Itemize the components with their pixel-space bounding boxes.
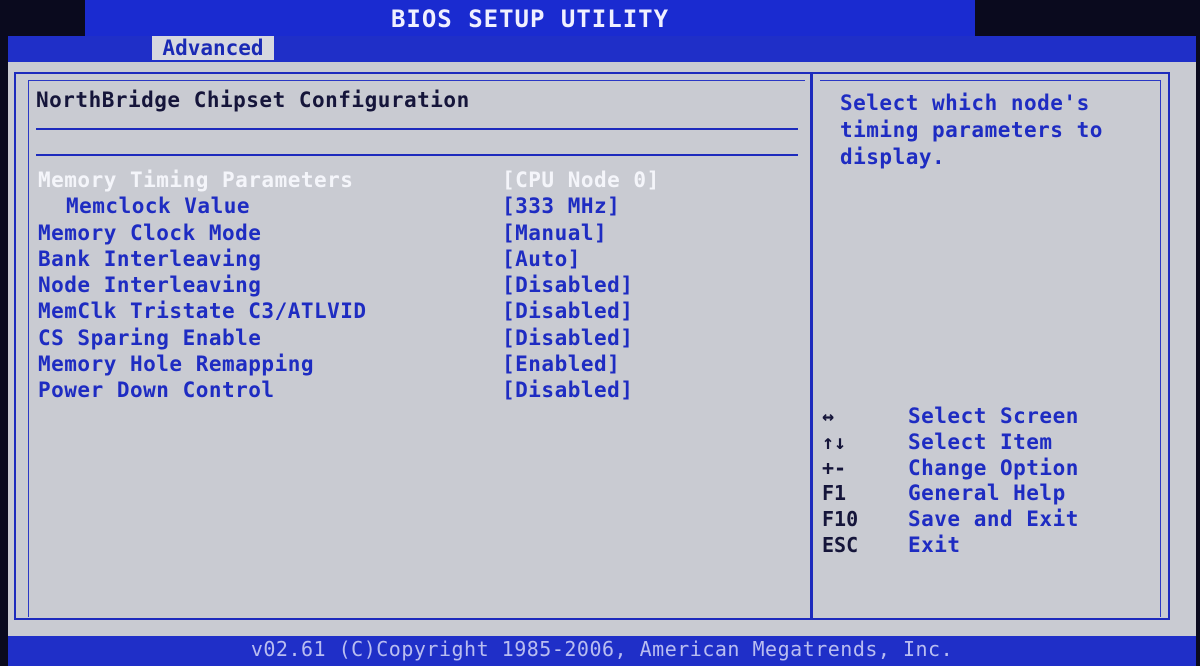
settings-list: Memory Timing Parameters [CPU Node 0] Me… (36, 168, 796, 405)
key-description: Change Option (908, 455, 1079, 480)
setting-value[interactable]: [Disabled] (502, 299, 633, 323)
key-description: Save and Exit (908, 507, 1079, 532)
setting-label: Memclock Value (66, 194, 251, 219)
setting-label: Memory Timing Parameters (38, 168, 354, 192)
key-f1: F1 (822, 481, 847, 506)
setting-memory-timing-parameters[interactable]: Memory Timing Parameters [CPU Node 0] (36, 168, 796, 194)
setting-label: Power Down Control (38, 378, 275, 403)
key-description: General Help (908, 481, 1066, 506)
setting-power-down-control[interactable]: Power Down Control [Disabled] (36, 378, 796, 404)
setting-label: MemClk Tristate C3/ATLVID (38, 299, 367, 324)
title-divider-bottom (36, 154, 798, 156)
setting-node-interleaving[interactable]: Node Interleaving [Disabled] (36, 273, 796, 299)
key-legend-item: ESC Exit (822, 533, 1162, 559)
copyright-footer: v02.61 (C)Copyright 1985-2006, American … (8, 636, 1196, 666)
key-esc: ESC (822, 532, 859, 557)
key-legend-item: ↔ Select Screen (822, 404, 1162, 430)
key-f10: F10 (822, 507, 859, 532)
setting-label: Memory Clock Mode (38, 220, 262, 245)
setting-value[interactable]: [Disabled] (502, 273, 633, 297)
title-divider-top (36, 128, 798, 130)
left-right-arrows-icon: ↔ (822, 404, 835, 428)
window-title: BIOS SETUP UTILITY (85, 0, 975, 38)
page-title: NorthBridge Chipset Configuration (36, 88, 470, 112)
setting-value[interactable]: [Enabled] (502, 352, 620, 376)
key-legend: ↔ Select Screen ↑↓ Select Item +- Change… (822, 404, 1162, 559)
panel-divider (810, 74, 813, 619)
setting-memory-clock-mode[interactable]: Memory Clock Mode [Manual] (36, 221, 796, 247)
key-description: Select Item (908, 429, 1053, 454)
setting-value[interactable]: [CPU Node 0] (502, 168, 660, 192)
tab-advanced[interactable]: Advanced (152, 36, 274, 60)
setting-value[interactable]: [Disabled] (502, 378, 633, 402)
setting-value[interactable]: [Manual] (502, 221, 607, 245)
setting-cs-sparing-enable[interactable]: CS Sparing Enable [Disabled] (36, 326, 796, 352)
help-text: Select which node's timing parameters to… (840, 91, 1103, 169)
setting-label: Node Interleaving (38, 273, 262, 298)
setting-label: CS Sparing Enable (38, 325, 262, 350)
key-description: Select Screen (908, 404, 1079, 428)
up-down-arrows-icon: ↑↓ (822, 429, 847, 454)
plus-minus-icon: +- (822, 455, 847, 480)
setting-label: Memory Hole Remapping (38, 352, 315, 377)
setting-label: Bank Interleaving (38, 246, 262, 271)
key-description: Exit (908, 532, 961, 557)
setting-bank-interleaving[interactable]: Bank Interleaving [Auto] (36, 247, 796, 273)
setting-value[interactable]: [333 MHz] (502, 194, 620, 218)
setting-value[interactable]: [Auto] (502, 247, 581, 271)
setting-memclk-tristate[interactable]: MemClk Tristate C3/ATLVID [Disabled] (36, 299, 796, 325)
setting-memclock-value[interactable]: Memclock Value [333 MHz] (36, 194, 796, 220)
setting-value[interactable]: [Disabled] (502, 326, 633, 350)
key-legend-item: F10 Save and Exit (822, 507, 1162, 533)
key-legend-item: ↑↓ Select Item (822, 430, 1162, 456)
key-legend-item: F1 General Help (822, 481, 1162, 507)
key-legend-item: +- Change Option (822, 456, 1162, 482)
setting-memory-hole-remapping[interactable]: Memory Hole Remapping [Enabled] (36, 352, 796, 378)
